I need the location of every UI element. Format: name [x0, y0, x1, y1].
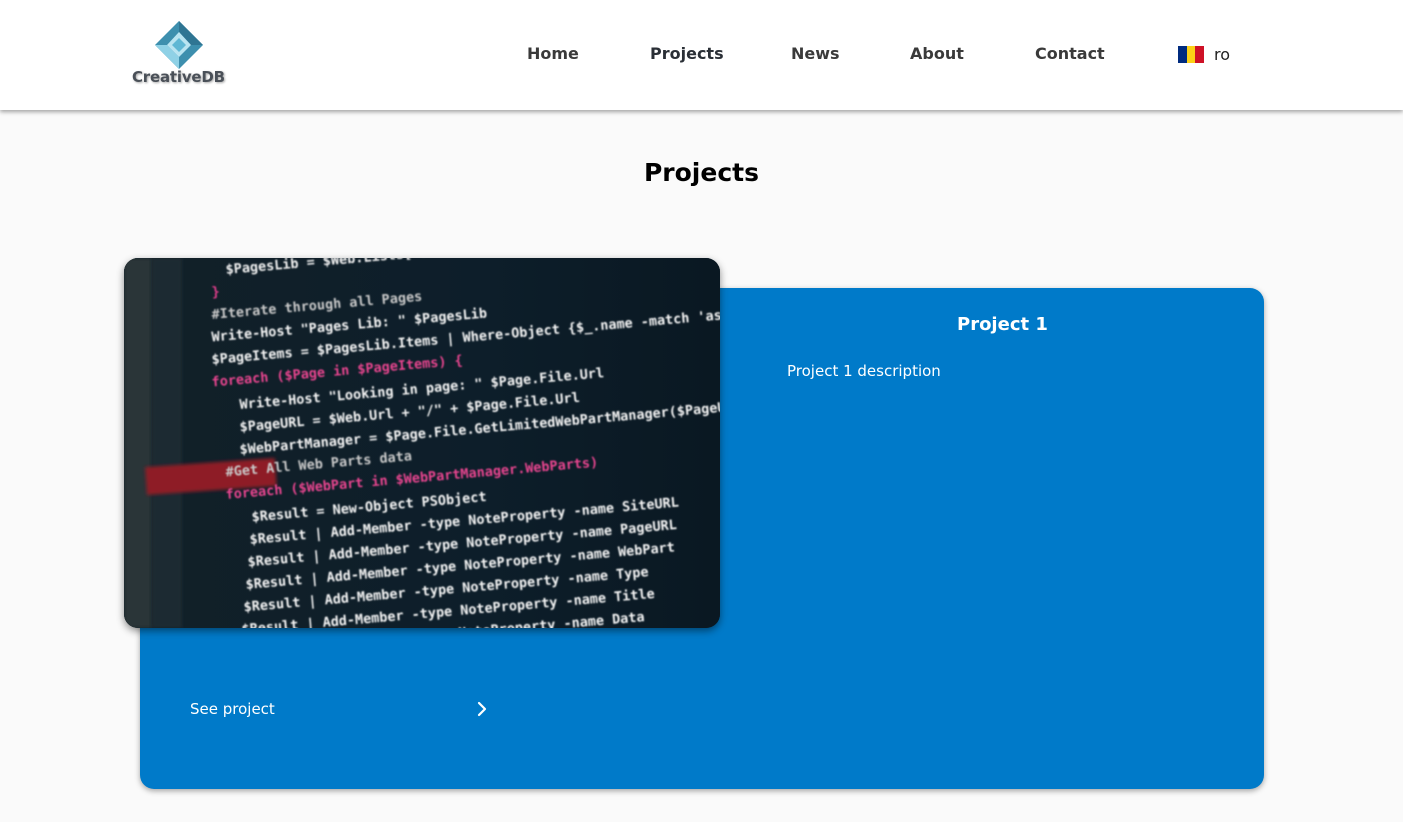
logo[interactable]: CreativeDB — [130, 20, 230, 92]
nav-news[interactable]: News — [791, 44, 840, 64]
nav-contact[interactable]: Contact — [1035, 44, 1105, 64]
code-screenshot-image: $PagesLib = $Web.Lists["Site Pages"]}#It… — [124, 258, 720, 628]
romania-flag-icon — [1178, 46, 1205, 63]
flag-stripe-blue — [1178, 46, 1187, 63]
see-project-label: See project — [190, 700, 275, 718]
flag-stripe-yellow — [1186, 46, 1196, 63]
logo-diamond-icon — [155, 21, 203, 69]
see-project-link[interactable]: See project — [190, 700, 490, 722]
code-line: } — [211, 284, 221, 301]
project-image: $PagesLib = $Web.Lists["Site Pages"]}#It… — [124, 258, 720, 628]
nav-projects[interactable]: Projects — [650, 44, 724, 64]
project-title: Project 1 — [957, 314, 1048, 335]
project-description: Project 1 description — [787, 362, 941, 380]
language-label: ro — [1214, 45, 1231, 64]
nav-about[interactable]: About — [910, 44, 964, 64]
chevron-right-icon — [477, 701, 487, 717]
logo-text: CreativeDB — [132, 68, 225, 86]
flag-stripe-red — [1195, 46, 1205, 63]
site-header: CreativeDB Home Projects News About Cont… — [0, 0, 1403, 110]
nav-home[interactable]: Home — [527, 44, 579, 64]
page-title: Projects — [643, 158, 759, 187]
